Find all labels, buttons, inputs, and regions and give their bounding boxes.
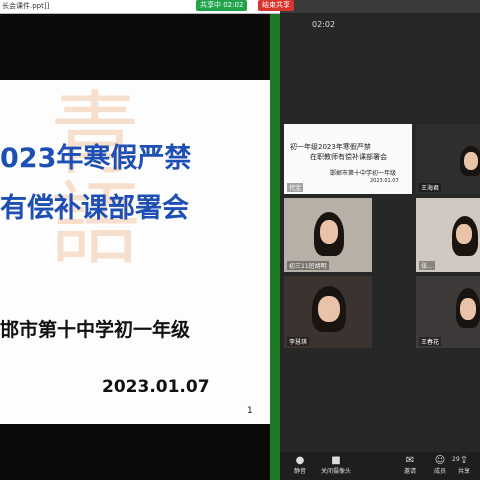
participant-face [320, 220, 338, 244]
participant-name: 李慧琪 [287, 337, 310, 346]
participant-tile[interactable]: 初三11班胡明 [284, 198, 372, 272]
stop-sharing-button[interactable]: 结束共享 [258, 0, 294, 11]
participant-tile-shared[interactable]: 初一年级2023年寒假严禁 在职教师有偿补课部署会 邯郸市第十中学初一年级 20… [284, 124, 412, 194]
slide-bottom-margin [0, 424, 270, 480]
mute-button[interactable]: ● 静音 [282, 454, 318, 476]
mini-slide-line3: 邯郸市第十中学初一年级 [330, 170, 397, 177]
camera-button[interactable]: ■ 关闭摄像头 [318, 454, 354, 476]
participant-name: 王海君 [419, 183, 442, 192]
share-status-bar: 共享中 02:02 结束共享 [196, 0, 480, 13]
slide-top-margin [0, 14, 280, 80]
shared-slide-thumbnail: 初一年级2023年寒假严禁 在职教师有偿补课部署会 邯郸市第十中学初一年级 20… [284, 124, 412, 194]
participant-tile[interactable]: 李慧琪 [284, 276, 372, 348]
share-button[interactable]: ⇪ 共享 [448, 454, 480, 476]
slide-canvas: 青語 023年寒假严禁 有偿补课部署会 邯市第十中学初一年级 2023.01.0… [0, 80, 270, 438]
slide-subtitle: 邯市第十中学初一年级 [0, 319, 191, 341]
participant-tile[interactable]: 张... [416, 198, 480, 272]
camera-icon: ■ [331, 455, 341, 466]
participant-name: 代宝 [287, 183, 304, 192]
participant-tile[interactable]: 王海君 [416, 124, 480, 194]
meeting-toolbar: ● 静音 ■ 关闭摄像头 ✉ 邀请 ☺ 成员 29 ⇪ 共享 [280, 452, 480, 480]
slide-date: 2023.01.07 [102, 377, 210, 397]
mini-slide-line4: 2023.01.07 [370, 178, 399, 184]
mini-slide-line1: 初一年级2023年寒假严禁 [290, 143, 371, 151]
mic-icon: ● [295, 455, 305, 466]
mini-slide-line2: 在职教师有偿补课部署会 [310, 153, 387, 161]
window-title: 长会课件.ppt]] [2, 2, 50, 10]
meeting-time: 02:02 [312, 20, 336, 29]
sharing-timer-badge: 共享中 02:02 [196, 0, 248, 11]
participant-panel: 02:02 初一年级2023年寒假严禁 在职教师有偿补课部署会 邯郸市第十中学初… [280, 14, 480, 480]
slide-page-number: 1 [247, 406, 253, 416]
slide-title-line1: 023年寒假严禁 [0, 143, 192, 174]
participant-face [460, 298, 476, 320]
participant-face [456, 224, 472, 244]
participant-tile[interactable]: 王春花 [416, 276, 480, 348]
share-icon: ⇪ [459, 455, 469, 466]
participant-name: 初三11班胡明 [287, 261, 329, 270]
participant-face [318, 296, 340, 322]
slide-right-frame [270, 14, 280, 480]
slide-title-line2: 有偿补课部署会 [0, 193, 189, 224]
participant-face [464, 152, 478, 170]
participant-name: 张... [419, 261, 435, 270]
presentation-area: 青語 023年寒假严禁 有偿补课部署会 邯市第十中学初一年级 2023.01.0… [0, 14, 280, 480]
participant-name: 王春花 [419, 337, 442, 346]
